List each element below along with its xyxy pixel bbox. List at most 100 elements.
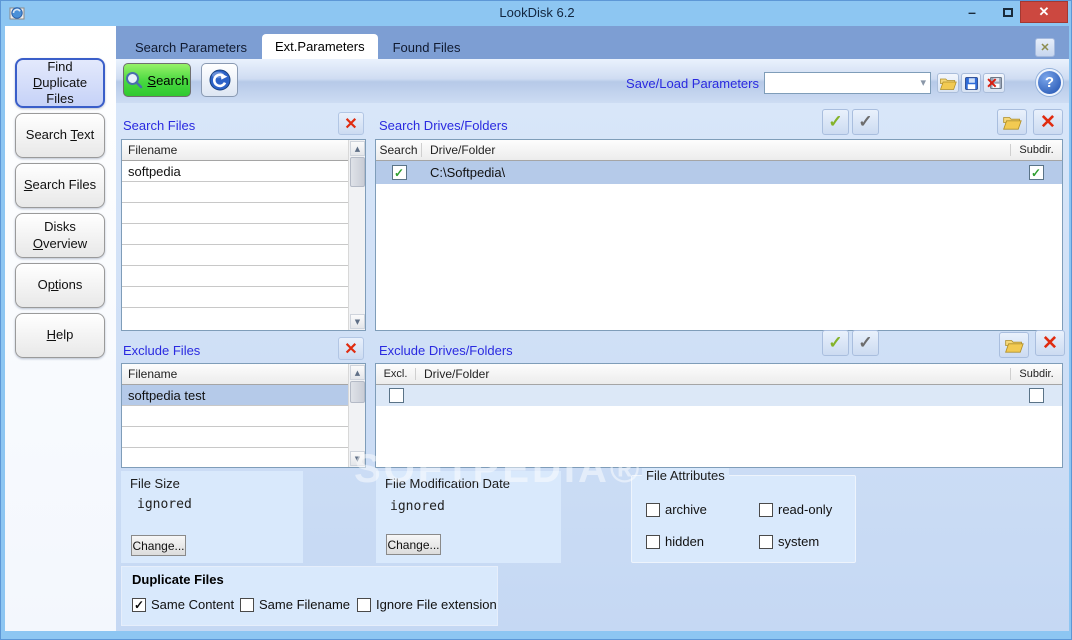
- table-row[interactable]: [122, 406, 348, 427]
- column-header-filename: Filename: [122, 143, 177, 157]
- table-row[interactable]: [122, 245, 348, 266]
- subdir-checkbox[interactable]: [1029, 388, 1044, 403]
- add-folder-button[interactable]: [999, 332, 1029, 358]
- maximize-button[interactable]: [993, 1, 1023, 23]
- file-modification-date-title: File Modification Date: [385, 476, 510, 491]
- table-row[interactable]: [122, 266, 348, 287]
- table-row[interactable]: [122, 448, 348, 469]
- file-modification-date-change-button[interactable]: Change...: [386, 534, 441, 555]
- green-check-icon: ✓: [828, 112, 842, 132]
- minimize-button[interactable]: –: [957, 1, 987, 23]
- app-window: LookDisk 6.2 – ✕ Find Duplicate Files Se…: [0, 0, 1072, 640]
- table-row[interactable]: softpedia test: [122, 385, 348, 406]
- scrollbar-thumb[interactable]: [350, 381, 365, 403]
- search-checkbox[interactable]: ✓: [392, 165, 407, 180]
- magnifier-icon: [125, 71, 143, 89]
- system-checkbox[interactable]: [759, 535, 773, 549]
- search-files-clear-button[interactable]: ✕: [338, 112, 364, 135]
- table-row[interactable]: [122, 427, 348, 448]
- sidebar-item-search-files[interactable]: Search Files: [15, 163, 105, 208]
- add-folder-button[interactable]: [997, 109, 1027, 135]
- option-same-filename[interactable]: Same Filename: [240, 597, 350, 612]
- save-parameters-button[interactable]: [961, 73, 981, 93]
- remove-folder-button[interactable]: ✕: [1033, 109, 1063, 135]
- option-same-content[interactable]: ✓ Same Content: [132, 597, 234, 612]
- uncheck-all-button[interactable]: ✓: [852, 330, 879, 356]
- search-drives-title: Search Drives/Folders: [379, 118, 508, 133]
- excl-checkbox[interactable]: [389, 388, 404, 403]
- file-size-change-button[interactable]: Change...: [131, 535, 186, 556]
- maximize-icon: [1003, 8, 1013, 17]
- uncheck-all-button[interactable]: ✓: [852, 109, 879, 135]
- attribute-option-read-only[interactable]: read-only: [759, 502, 832, 517]
- check-icon: ✓: [1031, 166, 1041, 180]
- sidebar-item-options[interactable]: Options: [15, 263, 105, 308]
- tab-ext-parameters[interactable]: Ext.Parameters: [262, 34, 378, 59]
- scrollbar-thumb[interactable]: [350, 157, 365, 187]
- archive-checkbox[interactable]: [646, 503, 660, 517]
- sidebar: Find Duplicate Files Search Text Search …: [5, 26, 116, 631]
- same-content-checkbox[interactable]: ✓: [132, 598, 146, 612]
- minimize-icon: –: [968, 4, 976, 20]
- exclude-files-table: Filename softpedia test ▲ ▼: [121, 363, 366, 468]
- option-ignore-file-extension[interactable]: Ignore File extension: [357, 597, 497, 612]
- column-header-search: Search: [376, 143, 422, 157]
- file-modification-date-value: ignored: [390, 499, 445, 514]
- scroll-up-icon[interactable]: ▲: [350, 365, 365, 380]
- table-row[interactable]: softpedia: [122, 161, 348, 182]
- help-button[interactable]: ?: [1036, 69, 1063, 96]
- attribute-label: hidden: [665, 534, 704, 549]
- scrollbar[interactable]: ▲ ▼: [348, 140, 365, 330]
- check-icon: ✓: [394, 166, 404, 180]
- load-parameters-button[interactable]: [937, 73, 959, 93]
- hidden-checkbox[interactable]: [646, 535, 660, 549]
- scrollbar[interactable]: ▲ ▼: [348, 364, 365, 467]
- table-row[interactable]: ✓ C:\Softpedia\ ✓: [376, 161, 1062, 184]
- tab-search-parameters[interactable]: Search Parameters: [122, 36, 260, 59]
- drive-folder-path: C:\Softpedia\: [422, 165, 1010, 180]
- attribute-option-archive[interactable]: archive: [646, 502, 707, 517]
- tabs: Search Parameters Ext.Parameters Found F…: [122, 34, 474, 59]
- search-button[interactable]: Search: [123, 63, 191, 97]
- table-row[interactable]: [376, 385, 1062, 406]
- parameters-combobox[interactable]: ▾: [764, 72, 931, 94]
- attribute-option-hidden[interactable]: hidden: [646, 534, 704, 549]
- same-filename-checkbox[interactable]: [240, 598, 254, 612]
- table-row[interactable]: [122, 287, 348, 308]
- close-button[interactable]: ✕: [1020, 1, 1068, 23]
- window-title: LookDisk 6.2: [1, 5, 1072, 20]
- tabstrip-close-button[interactable]: ✕: [1035, 38, 1055, 57]
- sidebar-item-search-text[interactable]: Search Text: [15, 113, 105, 158]
- scroll-down-icon[interactable]: ▼: [350, 451, 365, 466]
- sidebar-item-help[interactable]: Help: [15, 313, 105, 358]
- reset-button[interactable]: [201, 63, 238, 97]
- check-all-button[interactable]: ✓: [822, 330, 849, 356]
- file-size-value: ignored: [137, 497, 192, 512]
- table-row[interactable]: [122, 203, 348, 224]
- ignore-file-extension-checkbox[interactable]: [357, 598, 371, 612]
- scroll-down-icon[interactable]: ▼: [350, 314, 365, 329]
- scroll-up-icon[interactable]: ▲: [350, 141, 365, 156]
- search-button-label: Search: [147, 73, 188, 88]
- question-icon: ?: [1045, 74, 1054, 91]
- column-header-subdir: Subdir.: [1010, 144, 1062, 156]
- remove-folder-button[interactable]: ✕: [1035, 330, 1065, 356]
- duplicate-files-panel: Duplicate Files ✓ Same Content Same File…: [121, 566, 498, 626]
- search-files-table: Filename softpedia ▲ ▼: [121, 139, 366, 331]
- table-row[interactable]: [122, 182, 348, 203]
- sidebar-item-label: Help: [47, 327, 74, 343]
- table-row[interactable]: [122, 308, 348, 329]
- subdir-checkbox[interactable]: ✓: [1029, 165, 1044, 180]
- attribute-option-system[interactable]: system: [759, 534, 819, 549]
- sidebar-item-find-duplicate-files[interactable]: Find Duplicate Files: [15, 58, 105, 108]
- read-only-checkbox[interactable]: [759, 503, 773, 517]
- exclude-files-clear-button[interactable]: ✕: [338, 337, 364, 360]
- delete-parameters-button[interactable]: ✕: [983, 73, 1005, 93]
- open-folder-icon: [1002, 114, 1022, 131]
- table-row[interactable]: [122, 224, 348, 245]
- attribute-label: archive: [665, 502, 707, 517]
- green-check-icon: ✓: [828, 333, 842, 353]
- check-all-button[interactable]: ✓: [822, 109, 849, 135]
- sidebar-item-disks-overview[interactable]: Disks Overview: [15, 213, 105, 258]
- tab-found-files[interactable]: Found Files: [380, 36, 474, 59]
